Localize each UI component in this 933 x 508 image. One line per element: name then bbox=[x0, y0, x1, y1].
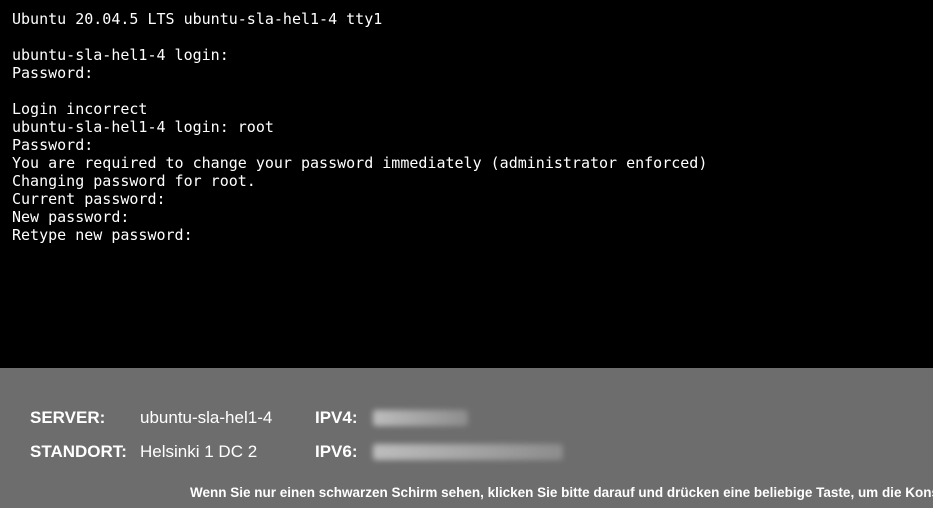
console-banner: Ubuntu 20.04.5 LTS ubuntu-sla-hel1-4 tty… bbox=[12, 10, 382, 28]
location-label: STANDORT: bbox=[30, 442, 140, 462]
current-password-prompt: Current password: bbox=[12, 190, 166, 208]
retype-password-prompt: Retype new password: bbox=[12, 226, 193, 244]
location-value: Helsinki 1 DC 2 bbox=[140, 442, 315, 462]
ipv4-label: IPV4: bbox=[315, 408, 373, 428]
ipv4-value-redacted bbox=[373, 410, 468, 426]
status-bar: SERVER: ubuntu-sla-hel1-4 IPV4: STANDORT… bbox=[0, 368, 933, 508]
change-required: You are required to change your password… bbox=[12, 154, 707, 172]
changing-for: Changing password for root. bbox=[12, 172, 256, 190]
terminal-console[interactable]: Ubuntu 20.04.5 LTS ubuntu-sla-hel1-4 tty… bbox=[0, 0, 933, 368]
ipv6-value-redacted bbox=[373, 444, 563, 460]
password-prompt-2: Password: bbox=[12, 136, 93, 154]
password-prompt-1: Password: bbox=[12, 64, 93, 82]
status-row-server: SERVER: ubuntu-sla-hel1-4 IPV4: bbox=[30, 408, 903, 428]
console-hint-text: Wenn Sie nur einen schwarzen Schirm sehe… bbox=[0, 485, 933, 500]
server-value: ubuntu-sla-hel1-4 bbox=[140, 408, 315, 428]
new-password-prompt: New password: bbox=[12, 208, 129, 226]
ipv6-label: IPV6: bbox=[315, 442, 373, 462]
login-incorrect: Login incorrect bbox=[12, 100, 147, 118]
status-row-location: STANDORT: Helsinki 1 DC 2 IPV6: bbox=[30, 442, 903, 462]
server-label: SERVER: bbox=[30, 408, 140, 428]
login-prompt-1: ubuntu-sla-hel1-4 login: bbox=[12, 46, 229, 64]
login-prompt-2: ubuntu-sla-hel1-4 login: root bbox=[12, 118, 274, 136]
